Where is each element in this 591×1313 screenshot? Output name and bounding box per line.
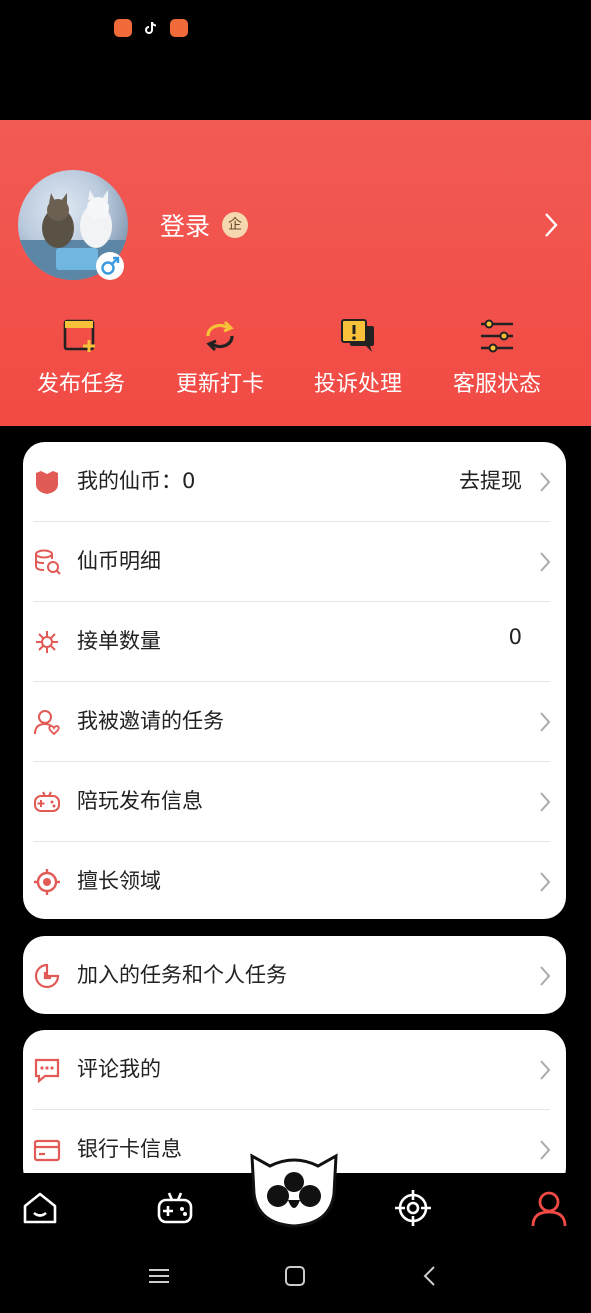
- chevron-right-icon: [536, 962, 554, 990]
- cat-logo-icon: [250, 1153, 338, 1228]
- coin-detail-row[interactable]: 仙币明细: [23, 522, 566, 602]
- invited-tasks-row[interactable]: 我被邀请的任务: [23, 682, 566, 762]
- square-icon: [285, 1266, 305, 1286]
- companion-info-row[interactable]: 陪玩发布信息: [23, 762, 566, 842]
- center-logo-button[interactable]: [248, 1150, 340, 1228]
- recent-apps-button[interactable]: [148, 1265, 170, 1291]
- gamepad-icon: [157, 1192, 193, 1224]
- order-count-row: 接单数量 0: [23, 602, 566, 682]
- menu-icon: [149, 1269, 169, 1283]
- chevron-right-icon: [536, 1136, 554, 1164]
- chevron-right-icon: [536, 468, 554, 496]
- comments-label: 评论我的: [77, 1057, 161, 1081]
- coin-shield-icon: [33, 468, 61, 496]
- complaint-button[interactable]: 投诉处理: [298, 316, 418, 398]
- my-coins-label: 我的仙币：0: [77, 469, 196, 493]
- account-menu-card: 我的仙币：0 去提现 仙币明细 接单数量 0 我被邀请的任务 陪玩发布信息 擅长…: [23, 442, 566, 919]
- home-system-button[interactable]: [284, 1265, 306, 1291]
- game-tab[interactable]: [155, 1188, 195, 1228]
- service-status-button[interactable]: 客服状态: [437, 316, 557, 398]
- profile-tab[interactable]: [529, 1188, 569, 1228]
- target-tab[interactable]: [393, 1188, 433, 1228]
- chevron-right-icon[interactable]: [536, 208, 566, 242]
- refresh-checkin-button[interactable]: 更新打卡: [160, 316, 280, 398]
- login-link[interactable]: 登录: [160, 207, 210, 243]
- settings-sliders-icon: [477, 316, 517, 356]
- coin-stack-icon: [33, 548, 61, 576]
- expertise-row[interactable]: 擅长领域: [23, 842, 566, 922]
- complaint-icon: [338, 316, 378, 356]
- bank-card-icon: [33, 1136, 61, 1164]
- bank-card-label: 银行卡信息: [77, 1137, 182, 1161]
- app-notification-icon: [114, 19, 132, 37]
- user-icon: [531, 1191, 567, 1227]
- male-icon: [96, 252, 124, 280]
- joined-tasks-card: 加入的任务和个人任务: [23, 936, 566, 1014]
- publish-task-icon: [61, 316, 101, 356]
- gamepad-icon: [33, 788, 61, 816]
- expertise-label: 擅长领域: [77, 869, 161, 893]
- joined-tasks-label: 加入的任务和个人任务: [77, 963, 287, 987]
- user-heart-icon: [33, 708, 61, 736]
- order-count-label: 接单数量: [77, 629, 161, 653]
- pie-chart-icon: [33, 962, 61, 990]
- back-system-button[interactable]: [420, 1265, 442, 1291]
- publish-task-button[interactable]: 发布任务: [21, 316, 141, 398]
- joined-tasks-row[interactable]: 加入的任务和个人任务: [23, 936, 566, 1014]
- chevron-right-icon: [536, 708, 554, 736]
- enterprise-badge: 企: [222, 212, 248, 238]
- comments-row[interactable]: 评论我的: [23, 1030, 566, 1110]
- crosshair-icon: [395, 1190, 431, 1226]
- target-icon: [33, 868, 61, 896]
- status-bar: [0, 0, 591, 120]
- chevron-right-icon: [536, 548, 554, 576]
- comment-icon: [33, 1056, 61, 1084]
- order-count-value: 0: [508, 625, 522, 649]
- app-notification-icon-2: [170, 19, 188, 37]
- chevron-right-icon: [536, 868, 554, 896]
- system-nav-bar: [0, 1245, 591, 1313]
- network-icon: [33, 628, 61, 656]
- tiktok-icon: [142, 19, 160, 37]
- coin-detail-label: 仙币明细: [77, 549, 161, 573]
- home-icon: [23, 1192, 57, 1224]
- home-tab[interactable]: [20, 1188, 60, 1228]
- withdraw-link[interactable]: 去提现: [459, 465, 522, 495]
- invited-tasks-label: 我被邀请的任务: [77, 709, 224, 733]
- chevron-right-icon: [536, 788, 554, 816]
- chevron-right-icon: [536, 1056, 554, 1084]
- back-icon: [423, 1266, 435, 1286]
- my-coins-row[interactable]: 我的仙币：0 去提现: [23, 442, 566, 522]
- refresh-checkin-icon: [200, 316, 240, 356]
- companion-info-label: 陪玩发布信息: [77, 789, 203, 813]
